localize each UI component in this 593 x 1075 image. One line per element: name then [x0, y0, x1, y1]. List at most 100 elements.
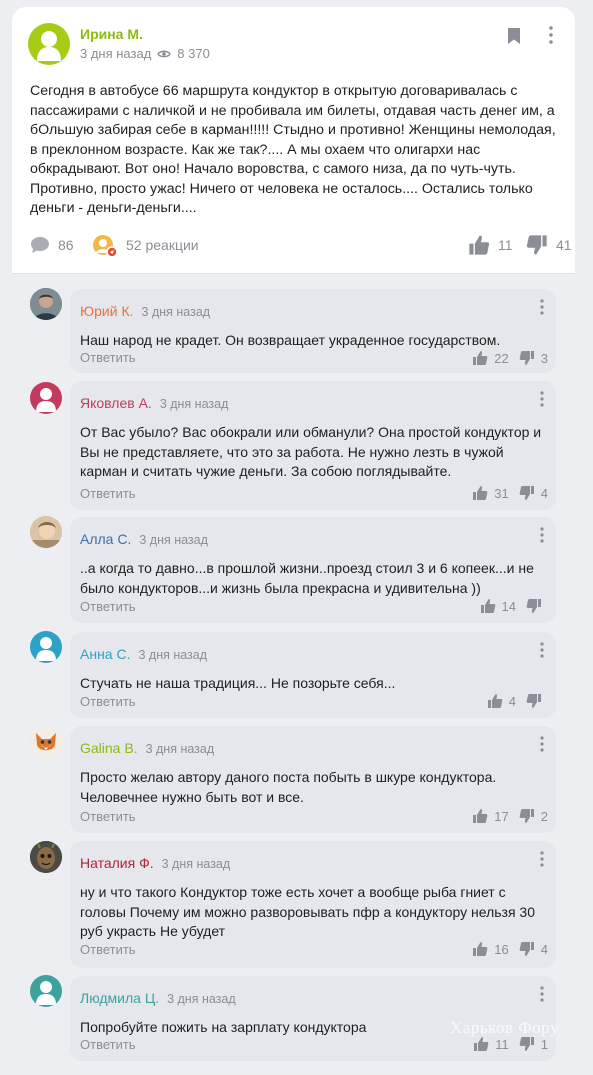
- more-options-icon[interactable]: [540, 642, 544, 658]
- like-count: 16: [494, 941, 509, 957]
- comment-votes: 14: [480, 596, 548, 616]
- comment-time: 3 дня назад: [167, 992, 236, 1006]
- dislike-count: 3: [540, 350, 548, 366]
- commenter-name[interactable]: Анна С.: [80, 646, 130, 662]
- more-options-icon[interactable]: [549, 26, 553, 44]
- dislike-button[interactable]: 2: [519, 808, 548, 824]
- photo-man-icon: [30, 288, 62, 320]
- comment-time: 3 дня назад: [161, 857, 231, 871]
- user-silhouette-icon: [30, 388, 62, 414]
- thumbs-up-icon: [487, 694, 503, 708]
- commenter-name[interactable]: Людмила Ц.: [80, 990, 159, 1006]
- post-meta: 3 дня назад 8 370: [80, 46, 210, 61]
- like-count: 31: [494, 485, 509, 501]
- thumbs-down-icon: [519, 809, 534, 823]
- commenter-name[interactable]: Юрий К.: [80, 303, 134, 319]
- like-count: 22: [494, 350, 509, 366]
- thumbs-down-icon: [519, 351, 534, 365]
- comment-bubble: Алла С. 3 дня назад ..а когда то давно...в…: [70, 517, 556, 623]
- comment-votes: 17 2: [472, 806, 548, 826]
- like-button[interactable]: 17: [472, 808, 509, 824]
- comment-header: Galina B. 3 дня назад: [80, 740, 214, 756]
- post-dislike-button[interactable]: 41: [526, 233, 572, 257]
- reactions-icon: [92, 234, 118, 258]
- commenter-avatar[interactable]: [30, 288, 62, 320]
- like-button[interactable]: 31: [472, 485, 509, 501]
- more-options-icon[interactable]: [540, 986, 544, 1002]
- user-silhouette-icon: [30, 981, 62, 1007]
- comment-text: Стучать не наша традиция... Не позорьте …: [80, 675, 396, 691]
- thumbs-down-icon: [526, 235, 547, 255]
- comment-header: Анна С. 3 дня назад: [80, 646, 207, 662]
- reply-button[interactable]: Ответить: [80, 809, 136, 824]
- like-button[interactable]: 22: [472, 350, 509, 366]
- comment-bubble: Юрий К. 3 дня назад Наш народ не крадет. О…: [70, 289, 556, 373]
- commenter-name[interactable]: Алла С.: [80, 531, 131, 547]
- dislike-button[interactable]: [526, 598, 548, 614]
- thumbs-down-icon: [519, 1037, 534, 1051]
- post-dislikes: 41: [556, 237, 572, 253]
- commenter-name[interactable]: Наталия Ф.: [80, 855, 154, 871]
- comments-button[interactable]: 86: [30, 233, 74, 257]
- dislike-button[interactable]: 4: [519, 941, 548, 957]
- post-author[interactable]: Ирина М.: [80, 26, 143, 42]
- dislike-button[interactable]: 4: [519, 485, 548, 501]
- thumbs-up-icon: [473, 942, 488, 956]
- comment-time: 3 дня назад: [139, 533, 208, 547]
- reply-button[interactable]: Ответить: [80, 694, 136, 709]
- thumbs-up-icon: [473, 351, 488, 365]
- dislike-count: 4: [540, 485, 548, 501]
- reply-button[interactable]: Ответить: [80, 486, 136, 501]
- commenter-avatar[interactable]: [30, 382, 62, 414]
- thumbs-up-icon: [473, 486, 488, 500]
- like-button[interactable]: 14: [480, 598, 516, 614]
- comment-bubble: Анна С. 3 дня назад Стучать не наша традиц…: [70, 632, 556, 718]
- reactions-label: 52 реакции: [126, 237, 199, 253]
- commenter-avatar[interactable]: [30, 727, 62, 759]
- commenter-avatar[interactable]: [30, 516, 62, 548]
- reply-button[interactable]: Ответить: [80, 599, 136, 614]
- more-options-icon[interactable]: [540, 391, 544, 407]
- comment-time: 3 дня назад: [159, 397, 229, 411]
- commenter-name[interactable]: Яковлев А.: [80, 395, 152, 411]
- dislike-button[interactable]: 3: [519, 350, 548, 366]
- like-count: 11: [495, 1036, 509, 1052]
- dislike-button[interactable]: 1: [519, 1036, 548, 1052]
- thumbs-up-icon: [480, 599, 495, 613]
- like-button[interactable]: 11: [473, 1036, 509, 1052]
- commenter-avatar[interactable]: [30, 975, 62, 1007]
- commenter-avatar[interactable]: [30, 631, 62, 663]
- more-options-icon[interactable]: [540, 851, 544, 867]
- comment-votes: 4: [487, 691, 548, 711]
- bookmark-icon[interactable]: [507, 27, 521, 45]
- thumbs-down-icon: [519, 942, 534, 956]
- more-options-icon[interactable]: [540, 299, 544, 315]
- comments-count: 86: [58, 237, 74, 253]
- comment-time: 3 дня назад: [141, 305, 211, 319]
- thumbs-up-icon: [474, 1037, 489, 1051]
- author-avatar[interactable]: [28, 23, 70, 65]
- reply-button[interactable]: Ответить: [80, 942, 136, 957]
- more-options-icon[interactable]: [540, 736, 544, 752]
- comment-header: Юрий К. 3 дня назад: [80, 303, 210, 319]
- post-text: Сегодня в автобусе 66 маршрута кондуктор…: [30, 83, 556, 216]
- comment-header: Людмила Ц. 3 дня назад: [80, 990, 236, 1006]
- reactions-button[interactable]: 52 реакции: [92, 233, 199, 258]
- comment-time: 3 дня назад: [138, 648, 208, 662]
- thumbs-down-icon: [519, 486, 534, 500]
- reply-button[interactable]: Ответить: [80, 1037, 136, 1052]
- thumbs-up-icon: [473, 809, 488, 823]
- post-time: 3 дня назад: [80, 46, 152, 61]
- watermark: Харьков Фору: [450, 1018, 559, 1037]
- post-card: Ирина М. 3 дня назад 8 370 Сегодня в авт…: [12, 7, 575, 273]
- dislike-button[interactable]: [526, 693, 548, 709]
- commenter-avatar[interactable]: [30, 841, 62, 873]
- eye-icon: [157, 50, 172, 57]
- more-options-icon[interactable]: [540, 527, 544, 543]
- commenter-name[interactable]: Galina B.: [80, 740, 138, 756]
- reply-button[interactable]: Ответить: [80, 350, 136, 365]
- like-button[interactable]: 4: [487, 693, 516, 709]
- like-button[interactable]: 16: [472, 941, 509, 957]
- post-like-button[interactable]: 11: [468, 233, 513, 257]
- dislike-count: 4: [540, 941, 548, 957]
